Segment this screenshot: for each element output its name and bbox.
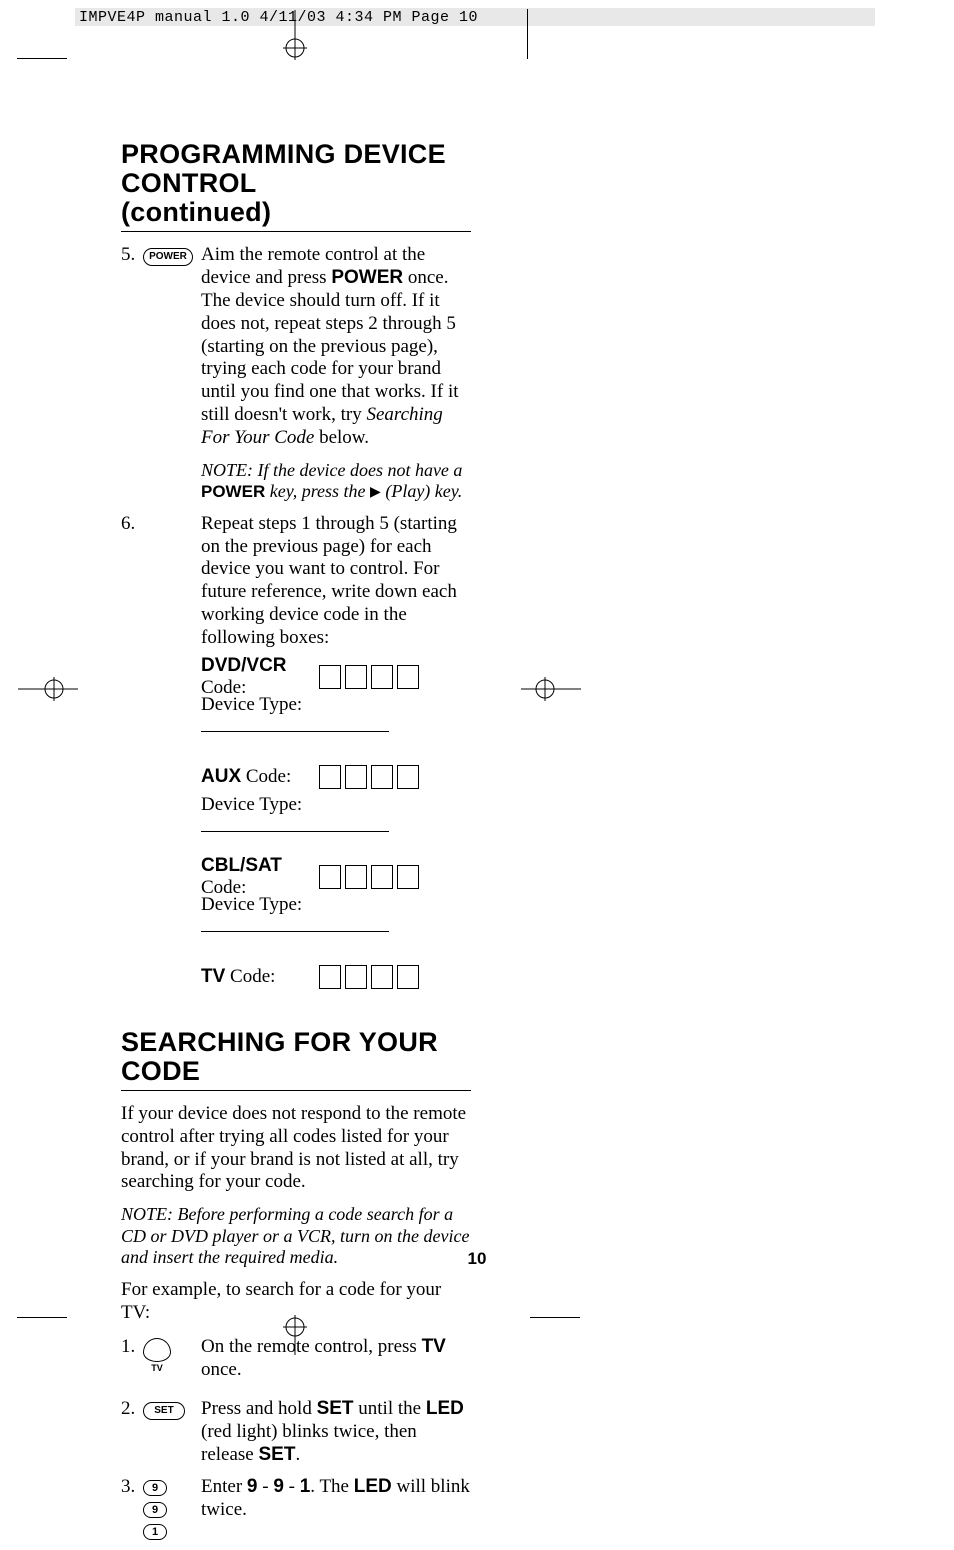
search-step-1: 1. TV On the remote control, press TV on… [121,1336,471,1382]
note-post: (Play) key. [381,481,462,501]
step-number: 3. [121,1476,143,1540]
page-content: PROGRAMMING DEVICE CONTROL (continued) 5… [121,140,471,1550]
step-5: 5. POWER Aim the remote control at the d… [121,244,471,502]
digit-9-button-icon: 9 [143,1502,167,1518]
heading-rule [121,1090,471,1091]
section-b-lead: For example, to search for a code for yo… [121,1279,471,1325]
step-icon-col: TV [143,1336,201,1382]
heading-line2: (continued) [121,197,271,227]
search-step2-body: Press and hold SET until the LED (red li… [201,1398,471,1466]
dvd-vcr-label: DVD/VCR Code: [201,655,319,699]
crop-line [527,9,528,59]
step-6: 6. Repeat steps 1 through 5 (starting on… [121,513,471,650]
cbl-sat-label: CBL/SAT Code: [201,855,319,899]
digit-1-button-icon: 1 [143,1524,167,1540]
tv-code-row: TV Code: [201,964,471,990]
note-power: POWER [201,482,265,501]
note-pre: NOTE: If the device does not have a [201,460,462,480]
heading-rule [121,231,471,232]
dvd-device-type: Device Type: [201,694,471,738]
registration-mark-left [18,669,78,709]
step-number: 1. [121,1336,143,1382]
section-b-heading: SEARCHING FOR YOUR CODE [121,1028,471,1086]
code-boxes [319,965,419,989]
aux-label: AUX Code: [201,766,319,788]
section-heading: PROGRAMMING DEVICE CONTROL (continued) [121,140,471,227]
tv-label: TV Code: [201,966,319,988]
search-step1-body: On the remote control, press TV once. [201,1336,471,1382]
step-icon-col: SET [143,1398,201,1466]
step-number: 6. [121,513,143,650]
step-icon-col [143,513,201,650]
set-button-icon: SET [143,1402,185,1420]
step5-note: NOTE: If the device does not have a POWE… [201,460,471,503]
page-number: 10 [0,1249,954,1269]
digit-9-button-icon: 9 [143,1480,167,1496]
code-entry-area: DVD/VCR Code: Device Type: AUX Code: Dev… [201,664,471,990]
aux-device-type: Device Type: [201,794,471,838]
code-boxes [319,865,419,889]
step5-p1: Aim the remote control at the device and… [201,244,459,447]
code-boxes [319,665,419,689]
play-icon: ▶ [370,485,381,500]
step6-body: Repeat steps 1 through 5 (starting on th… [201,513,471,650]
step-number: 2. [121,1398,143,1466]
step-body: Aim the remote control at the device and… [201,244,471,502]
search-step3-body: Enter 9 - 9 - 1. The LED will blink twic… [201,1476,471,1540]
note-mid: key, press the [265,481,370,501]
registration-mark-right [521,669,581,709]
dvd-vcr-code-row: DVD/VCR Code: [201,664,471,690]
code-boxes [319,765,419,789]
section-searching: SEARCHING FOR YOUR CODE If your device d… [121,1028,471,1541]
tv-button-icon: TV [143,1338,171,1362]
search-step-2: 2. SET Press and hold SET until the LED … [121,1398,471,1466]
heading-line1: PROGRAMMING DEVICE CONTROL [121,139,446,198]
search-step-3: 3. 9 9 1 Enter 9 - 9 - 1. The LED will b… [121,1476,471,1540]
section-b-intro: If your device does not respond to the r… [121,1103,471,1194]
cbl-device-type: Device Type: [201,894,471,938]
power-button-icon: POWER [143,248,193,266]
step-icon-col: 9 9 1 [143,1476,201,1540]
crop-line [17,1317,67,1318]
crop-line [17,58,67,59]
print-job-header: IMPVE4P manual 1.0 4/11/03 4:34 PM Page … [75,8,875,26]
registration-mark-top [275,10,315,60]
aux-code-row: AUX Code: [201,764,471,790]
cbl-sat-code-row: CBL/SAT Code: [201,864,471,890]
crop-line [530,1317,580,1318]
step-number: 5. [121,244,143,502]
step-icon-col: POWER [143,244,201,502]
